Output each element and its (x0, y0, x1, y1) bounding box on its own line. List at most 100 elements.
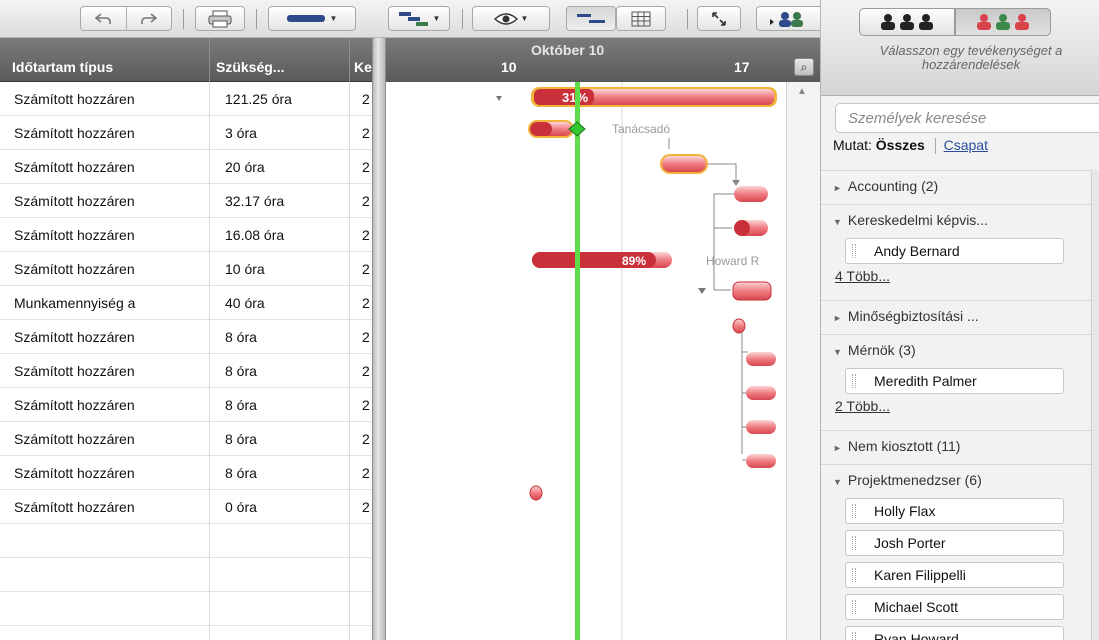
table-row[interactable]: Számított hozzáren 20 óra 2 (0, 150, 372, 184)
show-more-link[interactable]: 2 Több... (835, 398, 890, 414)
table-row[interactable]: Számított hozzáren 8 óra 2 (0, 388, 372, 422)
gantt-chart: 31% Tanácsadó 89% Howard R (386, 82, 786, 640)
scroll-up-icon[interactable]: ▲ (797, 86, 807, 97)
person-item[interactable]: Michael Scott (845, 594, 1064, 620)
resources-tab[interactable] (859, 8, 955, 36)
drag-handle-icon[interactable] (852, 504, 856, 518)
task-bar[interactable] (662, 156, 706, 172)
resource-group-header[interactable]: ► Accounting (2) (821, 170, 1099, 200)
collapsed-triangle-icon[interactable]: ► (833, 443, 842, 453)
person-item[interactable]: Andy Bernard (845, 238, 1064, 264)
column-header-duration-type[interactable]: Időtartam típus (12, 59, 208, 75)
resource-group-header[interactable]: ▼ Kereskedelmi képvis... (821, 204, 1099, 234)
cell-need (213, 524, 347, 558)
resource-group-header[interactable]: ► Nem kiosztott (11) (821, 430, 1099, 460)
cell-duration-type: Számított hozzáren (14, 227, 135, 243)
person-name: Karen Filippelli (874, 567, 966, 583)
cell-need (213, 626, 347, 640)
drag-handle-icon[interactable] (852, 600, 856, 614)
collapse-triangle-icon[interactable] (698, 288, 706, 294)
collapse-triangle-icon[interactable] (496, 96, 502, 101)
table-row[interactable] (0, 592, 372, 626)
table-row[interactable]: Munkamennyiség a 40 óra 2 (0, 286, 372, 320)
column-header-need[interactable]: Szükség... (216, 59, 348, 75)
assignments-tab[interactable] (955, 8, 1051, 36)
drag-handle-icon[interactable] (852, 568, 856, 582)
table-row[interactable]: Számított hozzáren 121.25 óra 2 (0, 82, 372, 116)
task-bar[interactable] (529, 485, 543, 501)
person-item[interactable]: Karen Filippelli (845, 562, 1064, 588)
cell-duration-type (0, 626, 206, 640)
gantt-scrollbar[interactable]: ▲ (786, 82, 820, 640)
expanded-triangle-icon[interactable]: ▼ (833, 217, 842, 227)
task-bar[interactable] (746, 420, 776, 434)
show-all-option[interactable]: Összes (876, 137, 925, 153)
table-row[interactable]: Számított hozzáren 8 óra 2 (0, 354, 372, 388)
table-row[interactable]: Számított hozzáren 32.17 óra 2 (0, 184, 372, 218)
view-dropdown[interactable]: ▼ (472, 6, 550, 31)
table-row[interactable]: Számított hozzáren 8 óra 2 (0, 422, 372, 456)
task-bar[interactable] (734, 186, 768, 202)
person-item[interactable]: Josh Porter (845, 530, 1064, 556)
dependency-dropdown[interactable]: ▼ (388, 6, 450, 31)
task-bar[interactable] (746, 454, 776, 468)
table-row[interactable]: Számított hozzáren 3 óra 2 (0, 116, 372, 150)
resources-button[interactable] (756, 6, 820, 31)
cell-need: 8 óra (225, 329, 257, 345)
column-divider[interactable] (209, 38, 210, 82)
collapsed-triangle-icon[interactable]: ► (833, 313, 842, 323)
fullscreen-button[interactable] (697, 6, 741, 31)
drag-handle-icon[interactable] (852, 374, 856, 388)
undo-redo-group (80, 6, 172, 31)
resource-group-header[interactable]: ► Minőségbiztosítási ... (821, 300, 1099, 330)
expanded-triangle-icon[interactable]: ▼ (833, 477, 842, 487)
task-bar[interactable] (746, 352, 776, 366)
undo-icon[interactable] (81, 7, 126, 30)
cell-need: 8 óra (225, 431, 257, 447)
drag-handle-icon[interactable] (852, 632, 856, 640)
pane-splitter[interactable] (372, 38, 386, 640)
table-row[interactable] (0, 524, 372, 558)
cell-duration-type: Számított hozzáren (14, 329, 135, 345)
task-bar[interactable] (732, 318, 746, 334)
grid-view-toggle[interactable] (616, 6, 666, 31)
person-item[interactable]: Meredith Palmer (845, 368, 1064, 394)
collapsed-triangle-icon[interactable]: ► (833, 183, 842, 193)
column-header-k[interactable]: Ke (354, 59, 372, 75)
resource-label: Howard R (706, 254, 760, 268)
zoom-search-icon[interactable]: ⌕ (794, 58, 814, 76)
task-progress (734, 220, 750, 236)
toolbar-separator (687, 9, 688, 29)
people-search-input[interactable] (835, 103, 1099, 133)
table-row[interactable]: Számított hozzáren 0 óra 2 (0, 490, 372, 524)
cell-k (353, 626, 372, 640)
redo-icon[interactable] (125, 7, 171, 30)
cell-duration-type: Munkamennyiség a (14, 295, 136, 311)
summary-task-bar[interactable] (732, 281, 772, 301)
person-item[interactable]: Holly Flax (845, 498, 1064, 524)
dependency-arrow (708, 163, 737, 182)
column-divider[interactable] (349, 38, 350, 82)
grid-body: Számított hozzáren 121.25 óra 2 Számított h… (0, 82, 372, 640)
resource-group-header[interactable]: ▼ Mérnök (3) (821, 334, 1099, 364)
drag-handle-icon[interactable] (852, 536, 856, 550)
expanded-triangle-icon[interactable]: ▼ (833, 347, 842, 357)
show-more-link[interactable]: 4 Több... (835, 268, 890, 284)
table-row[interactable] (0, 558, 372, 592)
resource-group-header[interactable]: ▼ Projektmenedzser (6) (821, 464, 1099, 494)
print-button[interactable] (195, 6, 245, 31)
task-bar[interactable] (746, 386, 776, 400)
bar-style-icon (286, 14, 325, 22)
drag-handle-icon[interactable] (852, 244, 856, 258)
table-row[interactable]: Számított hozzáren 8 óra 2 (0, 456, 372, 490)
cell-need: 121.25 óra (225, 91, 292, 107)
table-row[interactable]: Számított hozzáren 10 óra 2 (0, 252, 372, 286)
panel-scrollbar[interactable] (1091, 170, 1099, 640)
row-height-dropdown[interactable]: ▼ (268, 6, 356, 31)
table-row[interactable]: Számított hozzáren 16.08 óra 2 (0, 218, 372, 252)
person-item[interactable]: Ryan Howard (845, 626, 1064, 640)
gantt-view-toggle[interactable] (566, 6, 616, 31)
table-row[interactable] (0, 626, 372, 640)
show-team-link[interactable]: Csapat (944, 137, 988, 153)
table-row[interactable]: Számított hozzáren 8 óra 2 (0, 320, 372, 354)
